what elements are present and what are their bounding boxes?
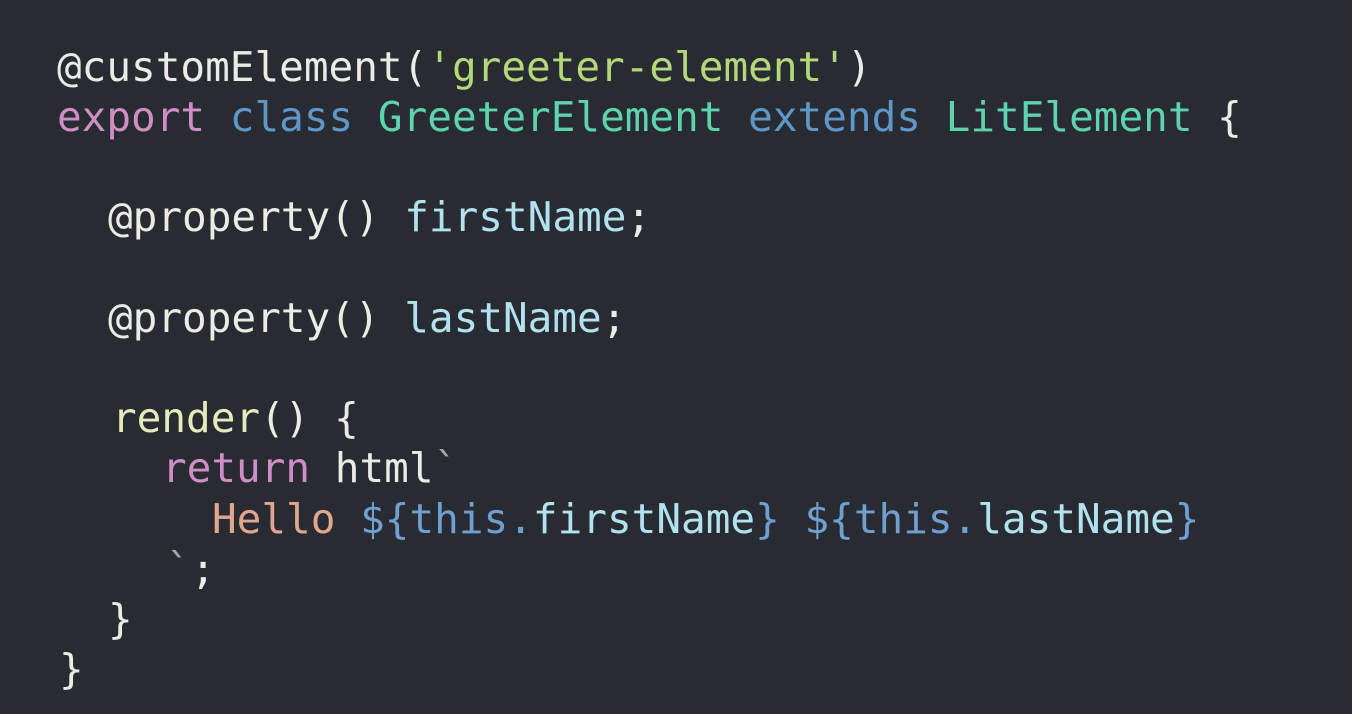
- code-token: lastName: [404, 294, 602, 342]
- code-token: ;: [190, 545, 216, 593]
- code-token: ;: [626, 193, 652, 241]
- code-line: }: [108, 594, 133, 644]
- code-editor: @customElement('greeter-element') export…: [0, 0, 1352, 714]
- code-token: firstName: [404, 193, 627, 241]
- code-token: ${this.: [804, 495, 978, 543]
- code-token: LitElement: [945, 93, 1193, 141]
- code-token: }: [755, 495, 780, 543]
- code-token: firstName: [532, 495, 756, 543]
- code-token: extends: [748, 93, 921, 141]
- code-token: GreeterElement: [377, 93, 724, 141]
- code-token: @property(): [108, 193, 405, 241]
- code-line: `;: [166, 544, 215, 594]
- code-line: @property() firstName;: [108, 192, 651, 242]
- code-token: @customElement(: [57, 43, 428, 91]
- code-token: ;: [601, 294, 627, 342]
- code-token: {: [1192, 93, 1242, 141]
- code-token: ): [846, 43, 872, 91]
- code-line: }: [59, 644, 84, 694]
- code-token: html: [310, 444, 434, 492]
- code-line: render() {: [112, 393, 359, 443]
- code-line: export class GreeterElement extends LitE…: [57, 92, 1242, 142]
- code-token: () {: [260, 394, 359, 442]
- code-token: }: [59, 645, 84, 693]
- code-token: Hello: [212, 495, 361, 543]
- code-token: }: [1174, 495, 1200, 543]
- code-line: @property() lastName;: [108, 293, 626, 343]
- code-token: `: [166, 545, 191, 593]
- code-token: return: [162, 444, 311, 492]
- code-token: lastName: [977, 495, 1175, 543]
- code-token: render: [112, 394, 261, 442]
- code-line: @customElement('greeter-element'): [57, 42, 872, 92]
- code-token: 'greeter-element': [427, 43, 847, 91]
- code-token: export: [57, 93, 206, 141]
- code-token: @property(): [108, 294, 405, 342]
- code-token: `: [433, 444, 459, 492]
- code-token: ${this.: [360, 495, 533, 543]
- code-token: class: [229, 93, 354, 141]
- code-token: }: [108, 595, 133, 643]
- code-line: Hello ${this.firstName} ${this.lastName}: [212, 494, 1199, 544]
- code-line: return html`: [162, 443, 458, 493]
